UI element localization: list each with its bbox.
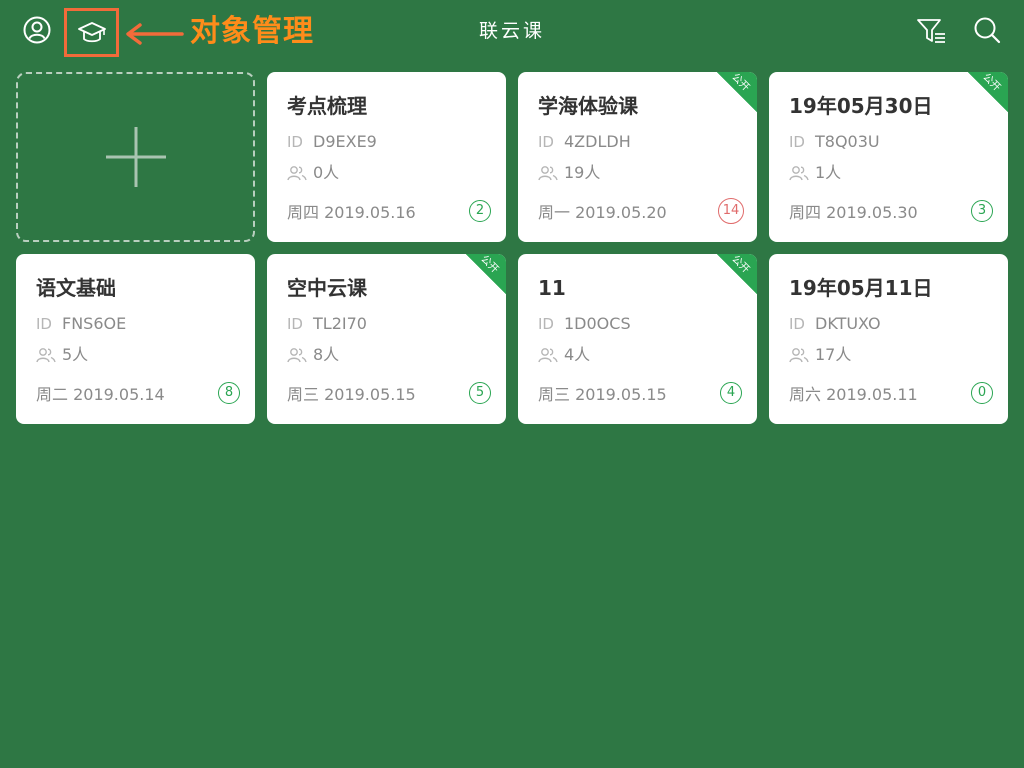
course-id-row: ID TL2I70 xyxy=(287,314,367,334)
count-badge: 8 xyxy=(218,382,240,404)
course-people: 4人 xyxy=(564,345,591,364)
id-icon: ID xyxy=(789,133,805,151)
count-badge: 4 xyxy=(720,382,742,404)
search-button[interactable] xyxy=(970,13,1004,47)
course-people-row: 0人 xyxy=(287,163,339,183)
id-icon: ID xyxy=(287,315,303,333)
search-icon xyxy=(974,17,1001,44)
course-date: 周四 2019.05.30 xyxy=(789,203,918,222)
people-icon xyxy=(789,347,811,363)
course-card[interactable]: 19年05月11日 ID DKTUXO 17人 周六 2019.05.11 0 xyxy=(769,254,1008,424)
course-date: 周三 2019.05.15 xyxy=(287,385,416,404)
course-id-row: ID T8Q03U xyxy=(789,132,880,152)
course-people-row: 19人 xyxy=(538,163,600,183)
people-icon xyxy=(789,165,811,181)
people-icon xyxy=(538,347,560,363)
course-id: FNS6OE xyxy=(62,314,127,333)
id-icon: ID xyxy=(287,133,303,151)
course-card[interactable]: 11 ID 1D0OCS 4人 周三 2019.05.15 4 公开 xyxy=(518,254,757,424)
people-icon xyxy=(287,347,309,363)
course-id: DKTUXO xyxy=(815,314,881,333)
course-people-row: 5人 xyxy=(36,345,88,365)
course-card[interactable]: 19年05月30日 ID T8Q03U 1人 周四 2019.05.30 3 公… xyxy=(769,72,1008,242)
course-title: 语文基础 xyxy=(36,276,116,300)
course-title: 空中云课 xyxy=(287,276,367,300)
course-date: 周一 2019.05.20 xyxy=(538,203,667,222)
course-card[interactable]: 考点梳理 ID D9EXE9 0人 周四 2019.05.16 2 xyxy=(267,72,506,242)
course-date: 周三 2019.05.15 xyxy=(538,385,667,404)
course-people-row: 17人 xyxy=(789,345,851,365)
course-id: 4ZDLDH xyxy=(564,132,631,151)
course-card[interactable]: 空中云课 ID TL2I70 8人 周三 2019.05.15 5 公开 xyxy=(267,254,506,424)
course-people: 17人 xyxy=(815,345,852,364)
count-badge: 3 xyxy=(971,200,993,222)
id-icon: ID xyxy=(538,315,554,333)
course-id-row: ID 4ZDLDH xyxy=(538,132,631,152)
course-date: 周六 2019.05.11 xyxy=(789,385,918,404)
course-date: 周二 2019.05.14 xyxy=(36,385,165,404)
page-title: 联云课 xyxy=(478,20,545,42)
filter-button[interactable] xyxy=(914,14,950,48)
course-id-row: ID DKTUXO xyxy=(789,314,881,334)
count-badge: 0 xyxy=(971,382,993,404)
course-people: 5人 xyxy=(62,345,89,364)
course-people-row: 8人 xyxy=(287,345,339,365)
count-badge: 5 xyxy=(469,382,491,404)
course-id: T8Q03U xyxy=(815,132,880,151)
id-icon: ID xyxy=(789,315,805,333)
people-icon xyxy=(287,165,309,181)
course-title: 19年05月30日 xyxy=(789,94,933,118)
course-id-row: ID 1D0OCS xyxy=(538,314,631,334)
course-id-row: ID FNS6OE xyxy=(36,314,126,334)
filter-list-icon xyxy=(917,19,945,43)
course-people: 8人 xyxy=(313,345,340,364)
course-title: 学海体验课 xyxy=(538,94,638,118)
count-badge: 14 xyxy=(718,198,744,224)
top-bar: 对象管理 联云课 xyxy=(0,0,1024,64)
id-icon: ID xyxy=(538,133,554,151)
course-people-row: 4人 xyxy=(538,345,590,365)
course-date: 周四 2019.05.16 xyxy=(287,203,416,222)
course-id: 1D0OCS xyxy=(564,314,631,333)
people-icon xyxy=(538,165,560,181)
add-course-button[interactable] xyxy=(16,72,255,242)
course-title: 考点梳理 xyxy=(287,94,367,118)
course-id: D9EXE9 xyxy=(313,132,377,151)
count-badge: 2 xyxy=(469,200,491,222)
course-title: 11 xyxy=(538,276,566,300)
id-icon: ID xyxy=(36,315,52,333)
course-people: 1人 xyxy=(815,163,842,182)
course-card[interactable]: 学海体验课 ID 4ZDLDH 19人 周一 2019.05.20 14 公开 xyxy=(518,72,757,242)
course-people: 19人 xyxy=(564,163,601,182)
course-people: 0人 xyxy=(313,163,340,182)
course-people-row: 1人 xyxy=(789,163,841,183)
course-title: 19年05月11日 xyxy=(789,276,933,300)
course-grid: 考点梳理 ID D9EXE9 0人 周四 2019.05.16 2 学海体验课 … xyxy=(16,72,1008,424)
course-id-row: ID D9EXE9 xyxy=(287,132,377,152)
people-icon xyxy=(36,347,58,363)
course-id: TL2I70 xyxy=(313,314,367,333)
course-card[interactable]: 语文基础 ID FNS6OE 5人 周二 2019.05.14 8 xyxy=(16,254,255,424)
plus-icon xyxy=(105,127,166,187)
